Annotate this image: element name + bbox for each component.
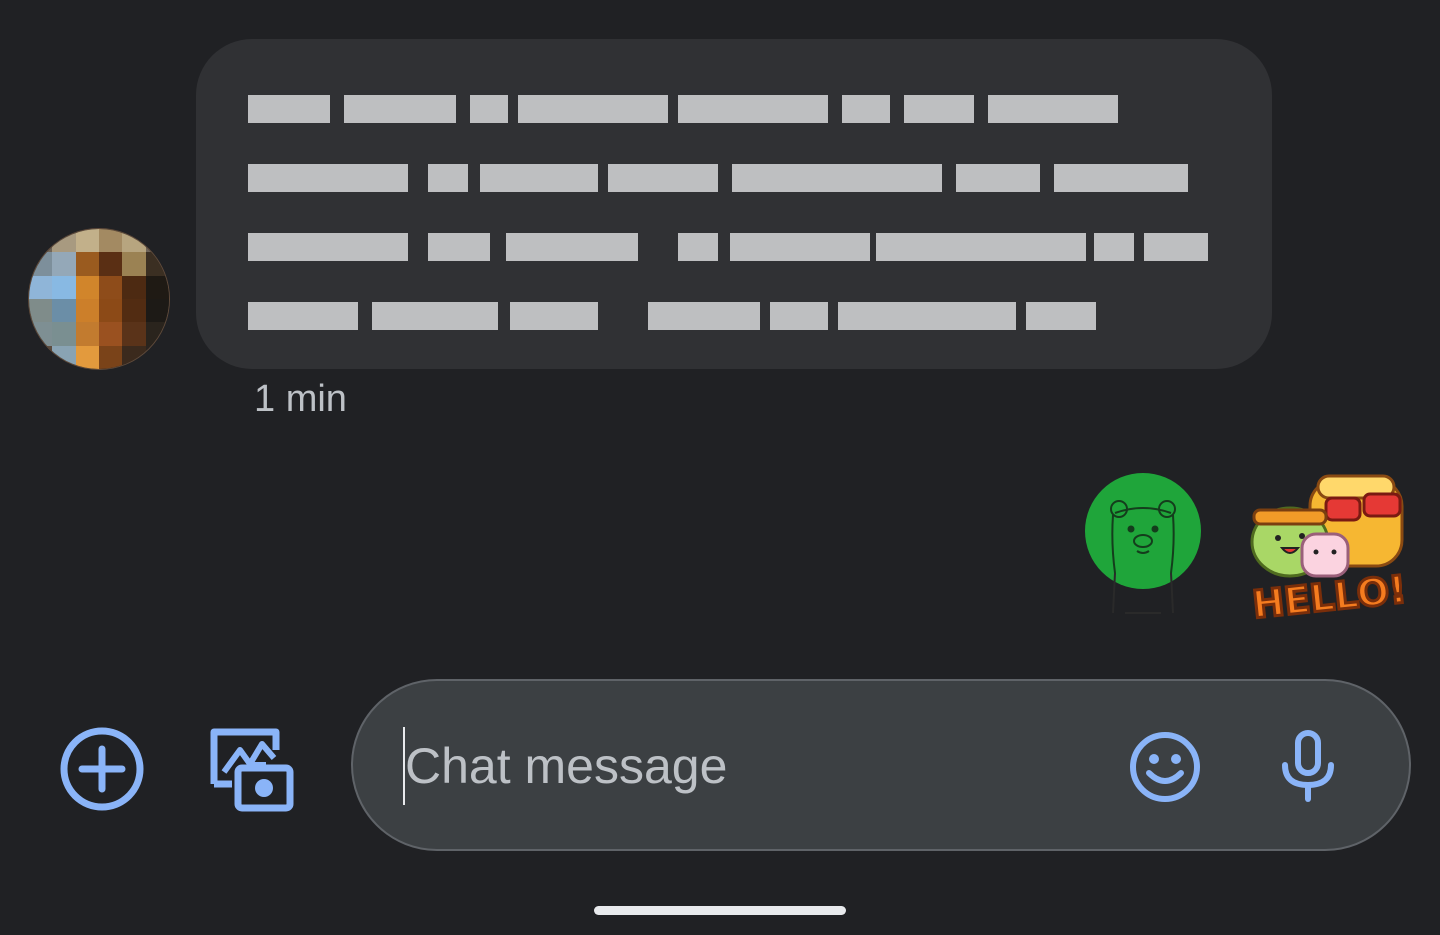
add-circle-icon	[60, 727, 144, 811]
hello-sticker-text: HELLO!	[1250, 567, 1408, 622]
add-attachment-button[interactable]	[58, 725, 146, 813]
microphone-icon	[1282, 730, 1334, 802]
chat-message-box[interactable]	[351, 679, 1411, 851]
voice-input-button[interactable]	[1273, 729, 1343, 805]
emoji-icon	[1130, 732, 1200, 802]
chat-message-input[interactable]	[405, 727, 1105, 805]
gallery-camera-icon	[210, 728, 294, 812]
avatar-image	[29, 229, 169, 369]
message-timestamp: 1 min	[254, 378, 347, 420]
emoji-button[interactable]	[1127, 729, 1203, 805]
message-text: We have a … (message text pixelated) …	[196, 39, 197, 40]
bear-icon	[1110, 500, 1176, 614]
sender-avatar[interactable]	[28, 228, 170, 370]
hello-sticker[interactable]: HELLO!	[1246, 472, 1414, 628]
incoming-message-bubble[interactable]: We have a … (message text pixelated) …	[196, 39, 1272, 369]
bear-sticker[interactable]	[1085, 473, 1201, 614]
message-text-redacted	[248, 89, 1223, 365]
gallery-camera-button[interactable]	[204, 724, 294, 814]
home-indicator[interactable]	[594, 906, 846, 915]
hello-sticker-art: HELLO!	[1249, 474, 1410, 628]
